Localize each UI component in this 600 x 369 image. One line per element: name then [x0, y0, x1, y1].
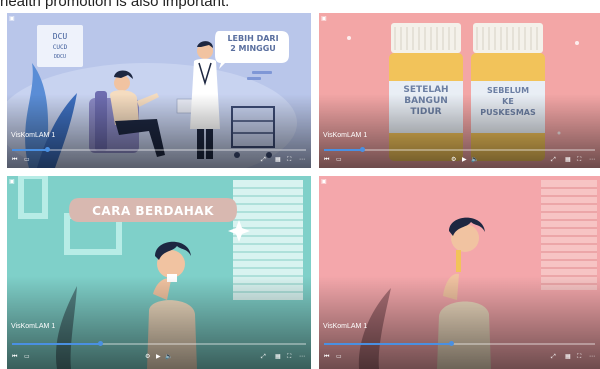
video-label: VisKomLAM 1: [323, 323, 368, 330]
progress-fill: [324, 149, 362, 151]
svg-text:DCU: DCU: [53, 32, 68, 41]
captions-icon[interactable]: ▭: [24, 156, 30, 164]
progress-fill: [12, 343, 101, 345]
video-label: VisKomLAM 1: [11, 323, 56, 330]
progress-bar[interactable]: [12, 147, 306, 152]
grid-icon[interactable]: ▦: [565, 353, 571, 361]
play-icon[interactable]: ▶: [156, 353, 161, 361]
bottle-left-line-1: SETELAH: [403, 85, 449, 95]
progress-bar[interactable]: [12, 341, 306, 346]
bottle-right-line-2: KE: [502, 97, 514, 106]
progress-bar[interactable]: [324, 147, 595, 152]
video-panel-4[interactable]: ▣ VisKomLAM 1 ⏮ ▭ ⤢ ▦ ⛶ ⋯: [319, 176, 600, 369]
more-icon[interactable]: ⋯: [589, 156, 595, 164]
corner-icon[interactable]: ▣: [9, 15, 15, 22]
video-panel-1[interactable]: DCU CUCD DDCU LEBIH DARI 2 MINGGU ▣ VisK…: [7, 13, 311, 168]
bottle-label-left: SETELAH BANGUN TIDUR: [389, 85, 463, 118]
settings-icon[interactable]: ⚙: [451, 156, 456, 164]
video-panel-3[interactable]: CARA BERDAHAK ▣ VisKomLAM 1 ⏮ ▭ ⚙ ▶ 🔈 ⤢ …: [7, 176, 311, 369]
play-icon[interactable]: ▶: [462, 156, 467, 164]
video-label: VisKomLAM 1: [11, 132, 56, 139]
title-banner: CARA BERDAHAK: [92, 204, 214, 218]
rewind-icon[interactable]: ⏮: [324, 156, 329, 164]
scene-sputum-collection: [319, 176, 600, 369]
svg-text:CUCD: CUCD: [53, 44, 68, 51]
volume-icon[interactable]: 🔈: [471, 156, 478, 164]
more-icon[interactable]: ⋯: [299, 156, 305, 164]
rewind-icon[interactable]: ⏮: [12, 353, 17, 361]
expand-icon[interactable]: ⤢: [551, 156, 556, 164]
fullscreen-icon[interactable]: ⛶: [577, 353, 581, 361]
grid-icon[interactable]: ▦: [565, 156, 571, 164]
fullscreen-icon[interactable]: ⛶: [577, 156, 581, 164]
svg-text:DDCU: DDCU: [54, 54, 66, 60]
expand-icon[interactable]: ⤢: [551, 353, 556, 361]
grid-icon[interactable]: ▦: [275, 156, 281, 164]
video-panel-2[interactable]: SETELAH BANGUN TIDUR SEBELUM KE PUSKESMA…: [319, 13, 600, 168]
corner-icon[interactable]: ▣: [9, 178, 15, 185]
bottle-right-line-3: PUSKESMAS: [480, 108, 536, 117]
progress-fill: [324, 343, 452, 345]
settings-icon[interactable]: ⚙: [145, 353, 150, 361]
corner-icon[interactable]: ▣: [321, 15, 327, 22]
bottle-label-right: SEBELUM KE PUSKESMAS: [471, 85, 545, 118]
bubble-line-1: LEBIH DARI: [227, 34, 279, 43]
rewind-icon[interactable]: ⏮: [324, 353, 329, 361]
expand-icon[interactable]: ⤢: [261, 156, 266, 164]
bottle-left-line-2: BANGUN: [404, 96, 448, 106]
progress-bar[interactable]: [324, 341, 595, 346]
volume-icon[interactable]: 🔈: [165, 353, 172, 361]
corner-icon[interactable]: ▣: [321, 178, 327, 185]
bottle-right-line-1: SEBELUM: [486, 86, 530, 95]
video-label: VisKomLAM 1: [323, 132, 368, 139]
more-icon[interactable]: ⋯: [589, 353, 595, 361]
more-icon[interactable]: ⋯: [299, 353, 305, 361]
fullscreen-icon[interactable]: ⛶: [287, 353, 291, 361]
speech-bubble-duration: LEBIH DARI 2 MINGGU: [219, 34, 287, 54]
bubble-line-2: 2 MINGGU: [230, 44, 276, 53]
fullscreen-icon[interactable]: ⛶: [287, 156, 291, 164]
captions-icon[interactable]: ▭: [24, 353, 30, 361]
rewind-icon[interactable]: ⏮: [12, 156, 17, 164]
captions-icon[interactable]: ▭: [336, 156, 342, 164]
expand-icon[interactable]: ⤢: [261, 353, 266, 361]
bottle-left-line-3: TIDUR: [410, 107, 442, 117]
captions-icon[interactable]: ▭: [336, 353, 342, 361]
progress-fill: [12, 149, 48, 151]
caption-text: health promotion is also important.: [0, 0, 230, 10]
grid-icon[interactable]: ▦: [275, 353, 281, 361]
progress-knob[interactable]: [359, 147, 365, 152]
